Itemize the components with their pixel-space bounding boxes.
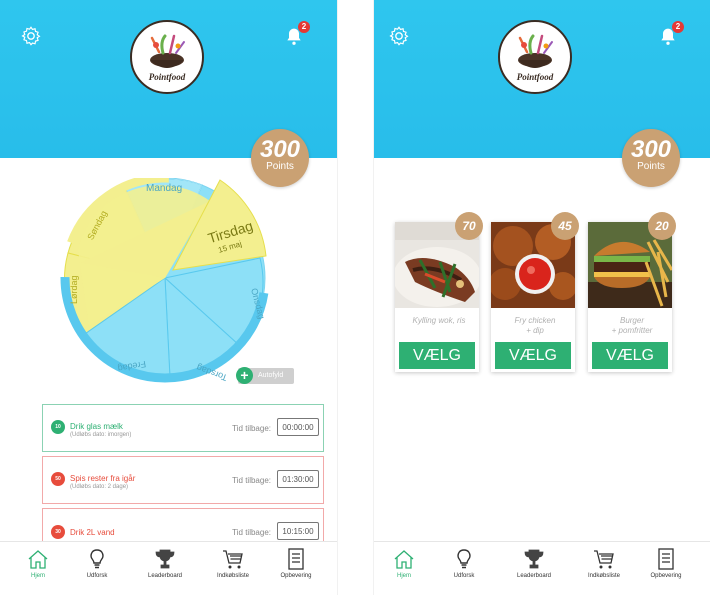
home-icon [394, 550, 414, 569]
nav-item-hjem[interactable]: Hjem [8, 548, 68, 579]
time-left-label: Tid tilbage: [232, 424, 271, 433]
notifications-button[interactable]: 2 [284, 21, 310, 48]
task-title: Drik 2L vand [70, 528, 115, 537]
bottom-nav: Hjem Udforsk Leaderboard Indkøbsliste Op… [374, 541, 710, 595]
task-expiry: (Udløbs dato: 2 dage) [70, 484, 129, 490]
nav-label: Indkøbsliste [587, 573, 620, 579]
food-points-badge: 20 [648, 212, 676, 240]
gear-icon[interactable] [20, 25, 42, 47]
wheel-label-lordag: Lørdag [69, 275, 79, 304]
food-card[interactable]: 45 Fry chicken + dip VÆLG [491, 212, 579, 372]
home-icon [28, 550, 48, 569]
food-card[interactable]: 20 Burger + pomfritter VÆLG [588, 212, 676, 372]
bottom-nav: Hjem Udforsk Leaderboard Indkøbsliste Op… [0, 541, 337, 595]
points-value: 300 [259, 136, 301, 163]
vaelg-button[interactable]: VÆLG [399, 342, 475, 369]
home-screen: Pointfood 2 300 Points Mandag Tirsdag 15 [0, 0, 338, 595]
food-points-badge: 70 [455, 212, 483, 240]
food-points-badge: 45 [551, 212, 579, 240]
time-left-value: 10:15:00 [277, 522, 319, 540]
trophy-icon [524, 549, 544, 569]
nav-item-opbevering[interactable]: Opbevering [266, 548, 326, 579]
time-left-label: Tid tilbage: [232, 528, 271, 537]
task-card[interactable]: 10 Drik glas mælk (Udløbs dato: imorgen)… [42, 404, 324, 452]
nav-item-udforsk[interactable]: Udforsk [67, 548, 127, 579]
logo-text: Pointfood [148, 72, 186, 82]
nav-label: Indkøbsliste [216, 573, 249, 579]
nav-item-hjem[interactable]: Hjem [374, 548, 434, 579]
task-card[interactable]: 50 Spis rester fra igår (Udløbs dato: 2 … [42, 456, 324, 504]
list-icon [658, 548, 674, 570]
nav-label: Udforsk [86, 573, 108, 579]
task-title: Spis rester fra igår [70, 474, 136, 483]
nav-item-leaderboard[interactable]: Leaderboard [504, 548, 564, 579]
cart-icon [594, 550, 614, 569]
lightbulb-icon [457, 549, 471, 569]
notification-badge: 2 [672, 21, 684, 33]
list-icon [288, 548, 304, 570]
food-name: Kylling wok, ris [412, 316, 466, 325]
points-icon: 50 [51, 472, 65, 486]
time-left-value: 00:00:00 [277, 418, 319, 436]
gear-icon[interactable] [388, 25, 410, 47]
points-label: Points [637, 161, 665, 172]
lightbulb-icon [90, 549, 104, 569]
task-card[interactable]: 30 Drik 2L vand Tid tilbage: 10:15:00 [42, 508, 324, 542]
logo-text: Pointfood [516, 72, 554, 82]
autofyld-button[interactable]: + Autofyld [236, 367, 294, 384]
wheel-label-mandag: Mandag [146, 183, 182, 194]
food-card[interactable]: 70 Kylling wok, ris VÆLG [395, 212, 483, 372]
vaelg-button[interactable]: VÆLG [495, 342, 571, 369]
nav-item-indkobsliste[interactable]: Indkøbsliste [203, 548, 263, 579]
points-icon: 30 [51, 525, 65, 539]
points-label: Points [266, 161, 294, 172]
autofyld-label: Autofyld [258, 372, 284, 379]
nav-label: Opbevering [650, 573, 682, 579]
nav-label: Opbevering [280, 573, 312, 579]
week-wheel[interactable]: Mandag Tirsdag 15 maj Onsdag Torsdag Fre… [60, 178, 275, 388]
nav-item-udforsk[interactable]: Udforsk [434, 548, 494, 579]
points-icon: 10 [51, 420, 65, 434]
nav-label: Udforsk [453, 573, 475, 579]
pointfood-logo: Pointfood [498, 20, 572, 94]
nav-item-indkobsliste[interactable]: Indkøbsliste [574, 548, 634, 579]
task-expiry: (Udløbs dato: imorgen) [70, 432, 132, 438]
explore-screen: Pointfood 2 300 Points 70 Kylling wok, r… [373, 0, 710, 595]
task-title: Drik glas mælk [70, 422, 123, 431]
vaelg-button[interactable]: VÆLG [592, 342, 668, 369]
time-left-value: 01:30:00 [277, 470, 319, 488]
pointfood-logo: Pointfood [130, 20, 204, 94]
plus-icon: + [236, 367, 253, 384]
nav-label: Hjem [30, 573, 45, 579]
nav-label: Hjem [396, 573, 411, 579]
nav-item-leaderboard[interactable]: Leaderboard [135, 548, 195, 579]
points-value: 300 [630, 136, 672, 163]
trophy-icon [155, 549, 175, 569]
food-name: Burger + pomfritter [611, 316, 653, 335]
cart-icon [223, 550, 243, 569]
nav-label: Leaderboard [147, 573, 183, 579]
points-badge: 300 Points [622, 129, 680, 187]
notifications-button[interactable]: 2 [658, 21, 684, 48]
time-left-label: Tid tilbage: [232, 476, 271, 485]
nav-label: Leaderboard [516, 573, 552, 579]
nav-item-opbevering[interactable]: Opbevering [636, 548, 696, 579]
food-name: Fry chicken + dip [514, 316, 556, 335]
notification-badge: 2 [298, 21, 310, 33]
